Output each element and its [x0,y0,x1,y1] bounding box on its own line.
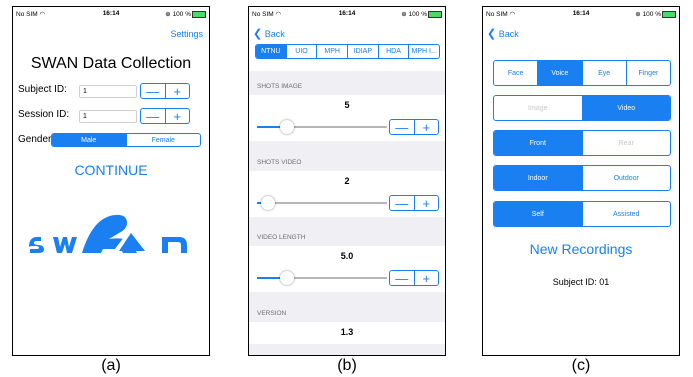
version-value: 1.3 [340,327,354,337]
tab-mph[interactable]: MPH [316,45,347,58]
battery-label: 100 % [642,11,661,18]
increment-button[interactable]: + [415,120,439,135]
gender-label: Gender [18,134,52,145]
shots-video-stepper[interactable]: — + [389,195,439,211]
swan-logo [27,203,197,253]
increment-button[interactable]: + [166,109,190,124]
decrement-button[interactable]: — [390,196,415,211]
shots-video-slider[interactable] [261,196,275,210]
caption-c: (c) [571,357,591,374]
tab-idiap[interactable]: IDIAP [347,45,378,58]
modality-eye[interactable]: Eye [581,61,626,85]
decrement-button[interactable]: — [390,120,415,135]
shots-image-value: 5 [344,100,350,110]
camera-segmented-control[interactable]: Front Rear [493,130,671,156]
session-id-field[interactable]: 1 [79,110,137,123]
shots-image-slider[interactable] [280,120,294,134]
shots-image-header: SHOTS IMAGE [257,83,303,90]
caption-b: (b) [337,357,357,374]
subject-id-stepper[interactable]: — + [140,83,190,99]
subject-id-display: Subject ID: 01 [552,277,610,287]
tab-ntnu[interactable]: NTNU [256,45,286,58]
slider-track [267,202,387,204]
tab-uio[interactable]: UIO [285,45,317,58]
battery-label: 100 % [172,11,191,18]
chevron-left-icon: ❮ [253,28,263,40]
camera-front[interactable]: Front [494,131,582,155]
chevron-left-icon: ❮ [487,28,497,40]
institution-tabs[interactable]: NTNU UIO MPH IDIAP HDA MPH I... [255,44,440,59]
increment-button[interactable]: + [415,196,439,211]
modality-face[interactable]: Face [494,61,537,85]
back-label: Back [498,29,519,39]
subject-id-label: Subject ID: [18,84,67,95]
video-length-value: 5.0 [340,251,354,261]
battery-icon [662,10,676,18]
decrement-button[interactable]: — [141,84,166,99]
gender-option-female[interactable]: Female [125,134,201,146]
app-title: SWAN Data Collection [30,55,192,72]
phone-screen-a: No SIM ◠ 16:14 ⊕ 100 % Settings SWAN Dat… [12,6,210,356]
status-bar: No SIM ◠ 16:14 ⊕ 100 % [249,7,445,21]
shots-video-header: SHOTS VIDEO [257,159,302,166]
back-button[interactable]: ❮ Back [487,27,519,40]
tab-mph-i[interactable]: MPH I... [408,45,439,58]
rotation-lock-icon: ⊕ [401,11,407,18]
back-button[interactable]: ❮ Back [253,27,285,40]
media-segmented-control[interactable]: Image Video [493,95,671,121]
location-segmented-control[interactable]: Indoor Outdoor [493,165,671,191]
session-id-label: Session ID: [18,109,70,120]
new-recordings-button[interactable]: New Recordings [483,241,679,257]
continue-button[interactable]: CONTINUE [13,162,209,178]
location-indoor[interactable]: Indoor [494,166,582,190]
subject-id-field[interactable]: 1 [79,85,137,98]
rotation-lock-icon: ⊕ [635,11,641,18]
modality-segmented-control[interactable]: Face Voice Eye Finger [493,60,671,86]
mode-segmented-control[interactable]: Self Assisted [493,201,671,227]
settings-button[interactable]: Settings [170,29,203,39]
modality-finger[interactable]: Finger [625,61,670,85]
video-length-header: VIDEO LENGTH [257,234,306,241]
session-id-stepper[interactable]: — + [140,108,190,124]
battery-icon [192,10,206,18]
caption-a: (a) [101,357,121,374]
tab-hda[interactable]: HDA [377,45,409,58]
camera-rear[interactable]: Rear [581,131,671,155]
video-length-stepper[interactable]: — + [389,270,439,286]
mode-assisted[interactable]: Assisted [581,202,671,226]
shots-image-stepper[interactable]: — + [389,119,439,135]
decrement-button[interactable]: — [390,271,415,286]
decrement-button[interactable]: — [141,109,166,124]
mode-self[interactable]: Self [494,202,582,226]
phone-screen-c: No SIM ◠ 16:14 ⊕ 100 % ❮ Back Face Voice… [482,6,680,356]
status-bar: No SIM ◠ 16:14 ⊕ 100 % [483,7,679,21]
phone-screen-b: No SIM ◠ 16:14 ⊕ 100 % ❮ Back NTNU UIO M… [248,6,446,356]
increment-button[interactable]: + [166,84,190,99]
gender-segmented-control[interactable]: Male Female [51,133,201,147]
slider-track [287,277,387,279]
slider-track [287,126,387,128]
gender-option-male[interactable]: Male [52,134,126,146]
media-image[interactable]: Image [494,96,582,120]
location-outdoor[interactable]: Outdoor [581,166,671,190]
increment-button[interactable]: + [415,271,439,286]
video-length-slider[interactable] [280,271,294,285]
modality-voice[interactable]: Voice [537,61,582,85]
media-video[interactable]: Video [581,96,670,120]
back-label: Back [264,29,285,39]
status-bar: No SIM ◠ 16:14 ⊕ 100 % [13,7,209,21]
shots-video-value: 2 [344,176,350,186]
rotation-lock-icon: ⊕ [165,11,171,18]
battery-label: 100 % [408,11,427,18]
version-header: VERSION [257,310,287,317]
battery-icon [428,10,442,18]
